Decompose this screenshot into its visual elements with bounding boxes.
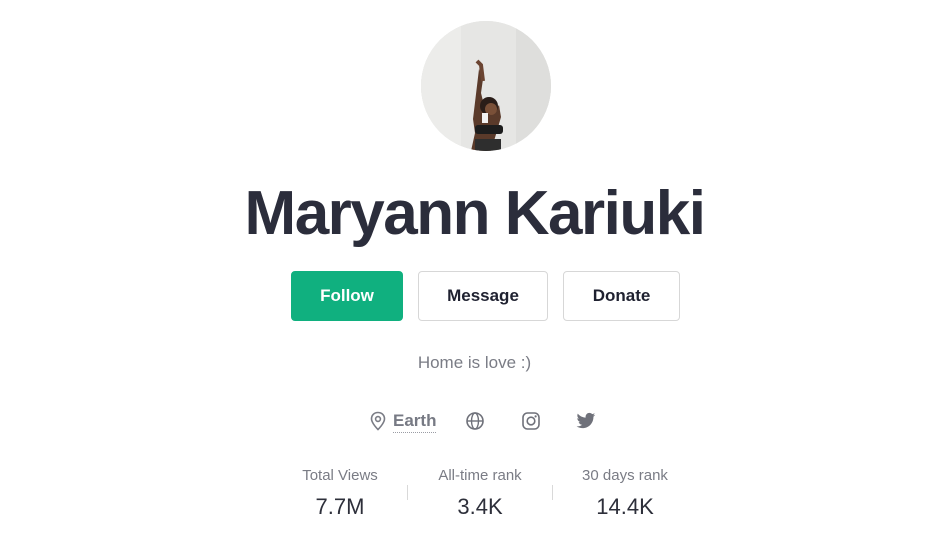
message-button[interactable]: Message: [418, 271, 548, 321]
stat-label: Total Views: [302, 467, 378, 484]
location-pin-icon: [370, 411, 386, 431]
twitter-icon[interactable]: [576, 411, 596, 431]
stat-divider: [552, 485, 553, 500]
location-link[interactable]: Earth: [393, 410, 437, 433]
stat-label: All-time rank: [438, 467, 522, 484]
stat-value: 7.7M: [315, 494, 365, 519]
avatar-photo: [421, 21, 551, 151]
stat-total-views: Total Views 7.7M: [280, 467, 400, 520]
stat-divider: [407, 485, 408, 500]
avatar: [421, 21, 551, 151]
profile-name: Maryann Kariuki: [244, 179, 706, 248]
globe-icon[interactable]: [465, 411, 485, 431]
donate-button[interactable]: Donate: [563, 271, 680, 321]
instagram-icon[interactable]: [521, 411, 541, 431]
stat-30-days-rank: 30 days rank 14.4K: [565, 467, 685, 520]
follow-button[interactable]: Follow: [291, 271, 403, 321]
stat-value: 3.4K: [457, 494, 503, 519]
stat-label: 30 days rank: [582, 467, 668, 484]
stat-all-time-rank: All-time rank 3.4K: [420, 467, 540, 520]
stat-value: 14.4K: [596, 494, 654, 519]
profile-bio: Home is love :): [417, 353, 532, 372]
